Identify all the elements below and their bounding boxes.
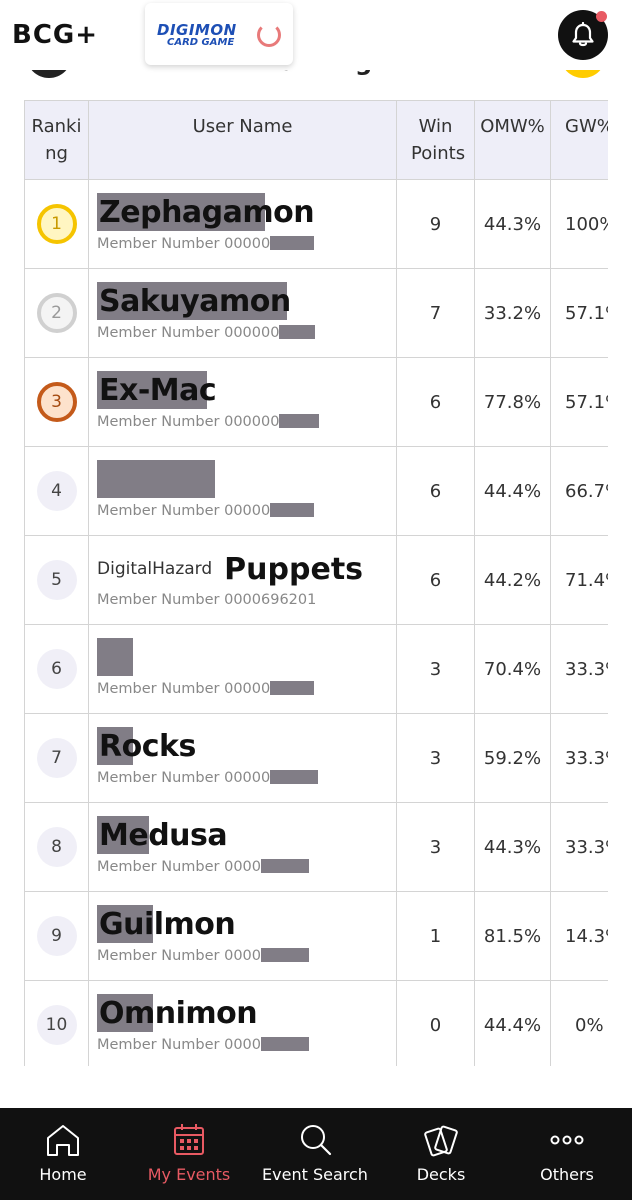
nav-decks[interactable]: Decks [378,1108,504,1200]
omw-percent: 77.8% [474,357,551,447]
rank-badge: 2 [36,293,77,333]
member-number: Member Number 000000 [97,325,280,341]
table-row[interactable]: 8 Medusa Member Number 0000 3 44.3% 33.3… [24,802,608,892]
member-number: Member Number 0000 [97,1037,262,1053]
col-header-gw: GW% [550,100,608,180]
col-header-win-points: Win Points [396,100,475,180]
gw-percent: 33.3% [550,624,608,714]
rank-badge: 1 [36,204,77,244]
member-number: Member Number 0000 [97,948,262,964]
user-name: Zephagamon [99,195,315,230]
rank-badge: 4 [36,471,77,511]
member-number: Member Number 0000 [97,859,262,875]
omw-percent: 81.5% [474,891,551,981]
col-header-user-name: User Name [88,100,397,180]
gw-percent: 100% [550,179,608,269]
switch-game-icon [257,23,281,47]
bcg-logo[interactable]: BCG+ [12,20,98,50]
col-header-omw: OMW% [474,100,551,180]
win-points: 6 [396,357,475,447]
member-number: Member Number 00000 [97,770,271,786]
win-points: 3 [396,624,475,714]
nav-home[interactable]: Home [0,1108,126,1200]
win-points: 9 [396,179,475,269]
omw-percent: 33.2% [474,268,551,358]
user-name: DigitalHazard [97,559,213,579]
member-number: Member Number 000000 [97,414,280,430]
user-name: Rocks [99,729,196,764]
nav-others[interactable]: Others [504,1108,630,1200]
nav-event-search-label: Event Search [262,1165,368,1184]
win-points: 6 [396,446,475,536]
rank-badge: 9 [36,916,77,956]
home-icon [47,1125,79,1156]
win-points: 0 [396,980,475,1066]
omw-percent: 44.3% [474,179,551,269]
omw-percent: 44.4% [474,980,551,1066]
rank-badge: 3 [36,382,77,422]
rank-badge: 6 [36,649,77,689]
table-row[interactable]: 10 Omnimon Member Number 0000 0 44.4% 0% [24,980,608,1066]
user-name: Omnimon [99,996,258,1031]
ranking-table[interactable]: Ranking User Name Win Points OMW% GW% 1 … [24,100,608,1066]
gw-percent: 14.3% [550,891,608,981]
nav-my-events[interactable]: My Events [126,1108,252,1200]
win-points: 7 [396,268,475,358]
member-number: Member Number 0000696201 [97,592,317,608]
user-name: Ex-Mac [99,373,217,408]
game-logo-subtitle: CARD GAME [167,37,235,48]
omw-percent: 44.3% [474,802,551,892]
table-row[interactable]: 5 DigitalHazard Puppets Member Number 000… [24,535,608,625]
col-header-ranking: Ranking [24,100,89,180]
notification-dot [596,11,607,22]
gw-percent: 66.7% [550,446,608,536]
omw-percent: 59.2% [474,713,551,803]
user-name: Medusa [99,818,228,853]
more-dots-icon [550,1135,584,1145]
nav-my-events-label: My Events [147,1165,231,1184]
bottom-nav: Home My Events Event Search Decks Others [0,1108,632,1200]
nav-home-label: Home [39,1165,87,1184]
table-header-row: Ranking User Name Win Points OMW% GW% [24,100,608,180]
nav-decks-label: Decks [416,1165,466,1184]
search-icon [301,1125,332,1156]
cards-icon [424,1125,458,1157]
rank-badge: 7 [36,738,77,778]
omw-percent: 44.4% [474,446,551,536]
gw-percent: 33.3% [550,802,608,892]
user-name: Sakuyamon [99,284,291,319]
gw-percent: 57.1% [550,268,608,358]
user-name: Guilmon [99,907,236,942]
table-row[interactable]: 6 Member Number 00000 3 70.4% 33.3% [24,624,608,714]
bell-icon [572,22,594,47]
app-header: BCG+ DIGIMON CARD GAME [0,0,632,70]
member-number: Member Number 00000 [97,681,271,697]
table-row[interactable]: 9 Guilmon Member Number 0000 1 81.5% 14.… [24,891,608,981]
member-number: Member Number 00000 [97,236,271,252]
user-name-overlay: Puppets [224,551,364,587]
gw-percent: 57.1% [550,357,608,447]
game-selector[interactable]: DIGIMON CARD GAME [145,3,293,65]
table-row[interactable]: 1 Zephagamon Member Number 00000 9 44.3%… [24,179,608,269]
table-row[interactable]: 4 Member Number 00000 6 44.4% 66.7% [24,446,608,536]
win-points: 1 [396,891,475,981]
table-row[interactable]: 7 Rocks Member Number 00000 3 59.2% 33.3… [24,713,608,803]
win-points: 3 [396,802,475,892]
member-number: Member Number 00000 [97,503,271,519]
table-row[interactable]: 3 Ex-Mac Member Number 000000 6 77.8% 57… [24,357,608,447]
gw-percent: 71.4% [550,535,608,625]
omw-percent: 70.4% [474,624,551,714]
nav-event-search[interactable]: Event Search [252,1108,378,1200]
win-points: 6 [396,535,475,625]
gw-percent: 0% [550,980,608,1066]
win-points: 3 [396,713,475,803]
nav-others-label: Others [540,1165,594,1184]
rank-badge: 5 [36,560,77,600]
omw-percent: 44.2% [474,535,551,625]
table-row[interactable]: 2 Sakuyamon Member Number 000000 7 33.2%… [24,268,608,358]
rank-badge: 10 [36,1005,77,1045]
rank-badge: 8 [36,827,77,867]
gw-percent: 33.3% [550,713,608,803]
calendar-icon [174,1124,204,1155]
